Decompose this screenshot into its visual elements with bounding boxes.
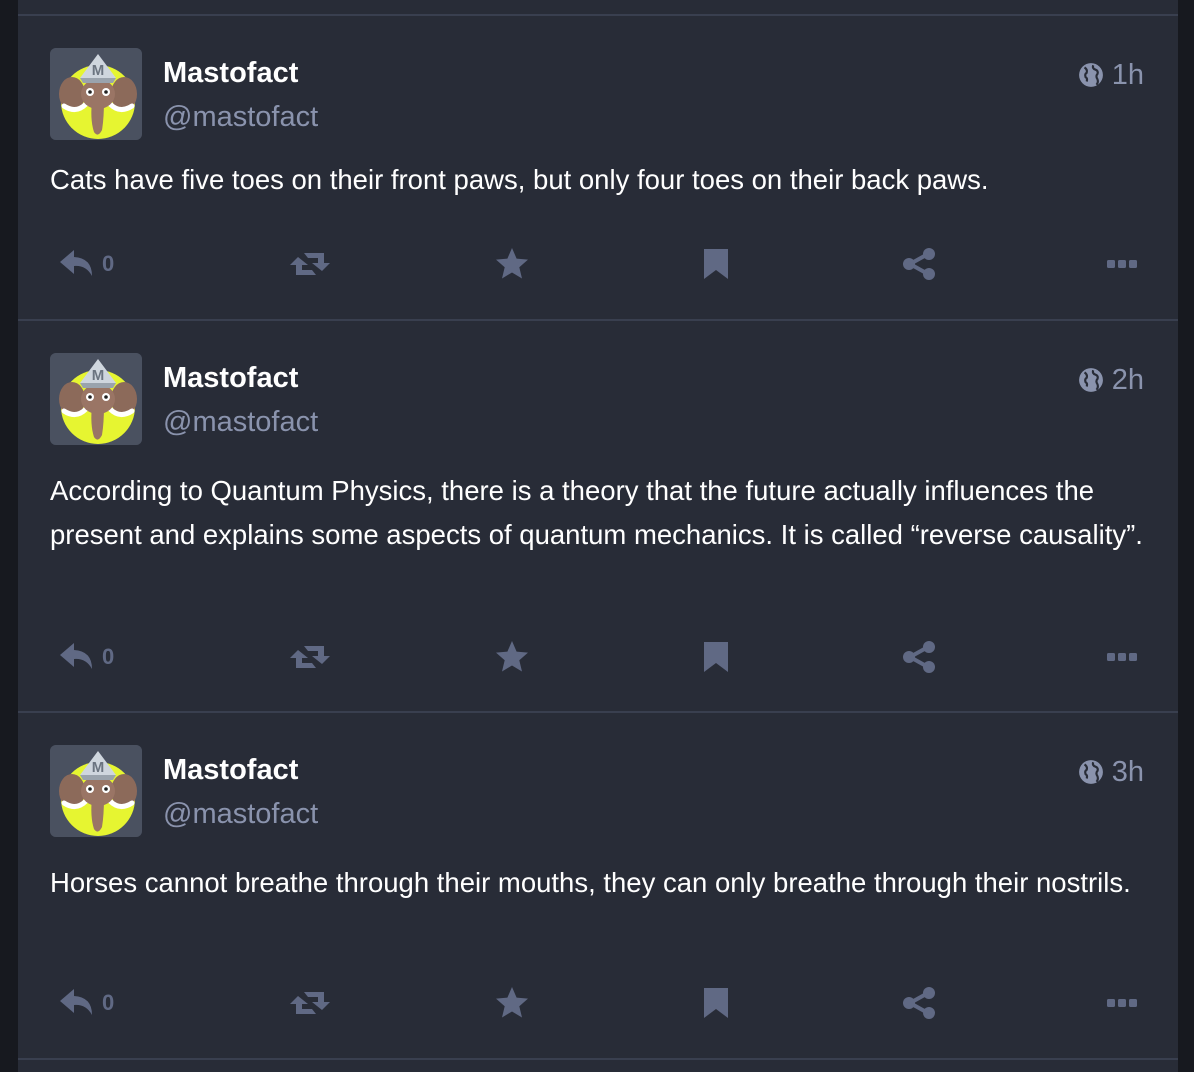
star-icon [496,987,528,1018]
reply-icon [60,250,92,276]
bookmark-button[interactable] [702,981,730,1025]
boost-icon [290,646,330,668]
boost-icon [290,992,330,1014]
mastodon-mascot-avatar-image: M [50,48,142,140]
bookmark-button[interactable] [702,635,730,679]
share-button[interactable] [902,242,936,286]
share-icon [903,248,935,280]
boost-button[interactable] [288,635,332,679]
timestamp-link[interactable]: 1h [1078,58,1144,92]
reply-icon [60,989,92,1015]
status-post[interactable]: M Mastofact @mastofact 2h According to Q… [18,319,1178,713]
more-icon [1107,653,1137,661]
status-content: According to Quantum Physics, there is a… [50,475,1143,550]
share-button[interactable] [902,981,936,1025]
more-options-button[interactable] [1106,981,1138,1025]
more-icon [1107,999,1137,1007]
status-action-bar: 0 [18,635,1178,679]
timeline-column: M Mastofact @mastofact 1h Cats have five… [18,0,1178,1072]
reply-button[interactable]: 0 [58,635,114,679]
bookmark-button[interactable] [702,242,730,286]
bookmark-icon [704,642,728,672]
favourite-button[interactable] [494,242,530,286]
avatar[interactable]: M [50,48,142,140]
star-icon [496,641,528,672]
share-icon [903,987,935,1019]
boost-button[interactable] [288,242,332,286]
star-icon [496,248,528,279]
reply-button[interactable]: 0 [58,242,114,286]
account-handle[interactable]: @mastofact [163,797,318,831]
display-name[interactable]: Mastofact [163,753,298,787]
timestamp-link[interactable]: 3h [1078,755,1144,789]
status-post[interactable]: M Mastofact @mastofact 1h Cats have five… [18,14,1178,321]
timeline-divider [18,1058,1178,1060]
boost-icon [290,253,330,275]
more-icon [1107,260,1137,268]
status-content: Cats have five toes on their front paws,… [50,164,989,195]
timestamp-text: 1h [1111,59,1144,91]
boost-button[interactable] [288,981,332,1025]
bookmark-icon [704,988,728,1018]
reply-count: 0 [102,990,115,1015]
globe-icon [1078,63,1103,87]
favourite-button[interactable] [494,981,530,1025]
account-handle[interactable]: @mastofact [163,100,318,134]
share-button[interactable] [902,635,936,679]
reply-count: 0 [102,251,115,276]
account-handle[interactable]: @mastofact [163,405,318,439]
more-options-button[interactable] [1106,635,1138,679]
reply-count: 0 [102,644,115,669]
display-name[interactable]: Mastofact [163,361,298,395]
timestamp-link[interactable]: 2h [1078,363,1144,397]
status-content: Horses cannot breathe through their mout… [50,867,1131,898]
globe-icon [1078,368,1103,392]
svg-text:M: M [92,62,105,79]
svg-text:M: M [92,367,105,384]
mastodon-mascot-avatar-image: M [50,353,142,445]
favourite-button[interactable] [494,635,530,679]
status-action-bar: 0 [18,242,1178,286]
more-options-button[interactable] [1106,242,1138,286]
mastodon-mascot-avatar-image: M [50,745,142,837]
svg-text:M: M [92,759,105,776]
globe-icon [1078,760,1103,784]
avatar[interactable]: M [50,353,142,445]
timestamp-text: 3h [1111,756,1144,788]
avatar[interactable]: M [50,745,142,837]
share-icon [903,641,935,673]
status-action-bar: 0 [18,981,1178,1025]
reply-button[interactable]: 0 [58,981,114,1025]
display-name[interactable]: Mastofact [163,56,298,90]
status-post[interactable]: M Mastofact @mastofact 3h Horses cannot … [18,711,1178,1060]
reply-icon [60,643,92,669]
timestamp-text: 2h [1111,364,1144,396]
bookmark-icon [704,249,728,279]
